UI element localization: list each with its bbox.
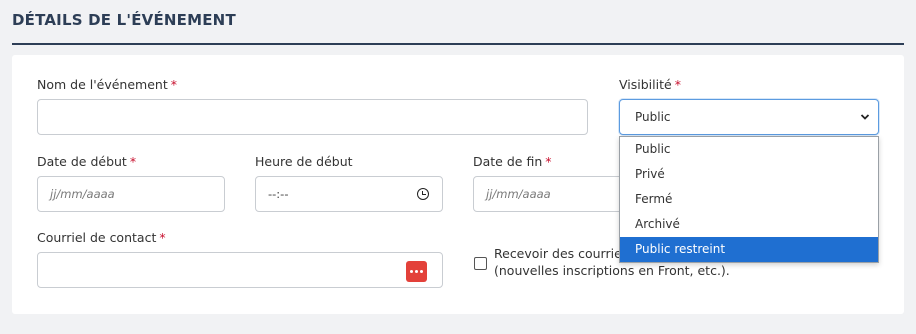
clock-icon[interactable]	[417, 188, 429, 200]
section-title: DÉTAILS DE L'ÉVÉNEMENT	[12, 11, 236, 29]
start-date-input[interactable]: jj/mm/aaaa	[37, 176, 225, 212]
event-name-label: Nom de l'événement *	[37, 77, 177, 92]
required-marker: *	[129, 154, 137, 169]
start-date-placeholder: jj/mm/aaaa	[50, 187, 115, 201]
required-marker: *	[674, 77, 681, 92]
password-manager-icon[interactable]	[406, 261, 427, 282]
visibility-dropdown-list: Public Privé Fermé Archivé Public restre…	[619, 136, 879, 263]
required-marker: *	[159, 230, 166, 245]
start-date-label: Date de début *	[37, 154, 137, 169]
contact-email-input[interactable]	[37, 252, 443, 288]
start-time-value: --:--	[268, 187, 289, 201]
required-marker: *	[170, 77, 177, 92]
visibility-label: Visibilité *	[619, 77, 681, 92]
visibility-option-restricted-public[interactable]: Public restreint	[620, 237, 878, 262]
visibility-selected-value: Public	[635, 110, 671, 124]
notify-label-line2: (nouvelles inscriptions en Front, etc.).	[494, 263, 730, 278]
end-date-placeholder: jj/mm/aaaa	[486, 187, 551, 201]
visibility-option-closed[interactable]: Fermé	[620, 187, 878, 212]
chevron-down-icon	[860, 114, 870, 120]
visibility-option-archived[interactable]: Archivé	[620, 212, 878, 237]
start-time-input[interactable]: --:--	[255, 176, 443, 212]
visibility-option-public[interactable]: Public	[620, 137, 878, 162]
event-name-input[interactable]	[37, 99, 588, 135]
visibility-option-private[interactable]: Privé	[620, 162, 878, 187]
title-divider	[12, 43, 904, 45]
visibility-select[interactable]: Public	[619, 99, 879, 135]
end-date-label: Date de fin *	[473, 154, 552, 169]
notify-checkbox[interactable]	[474, 257, 487, 270]
required-marker: *	[545, 154, 552, 169]
contact-email-label: Courriel de contact *	[37, 230, 166, 245]
start-time-label: Heure de début	[255, 154, 353, 169]
